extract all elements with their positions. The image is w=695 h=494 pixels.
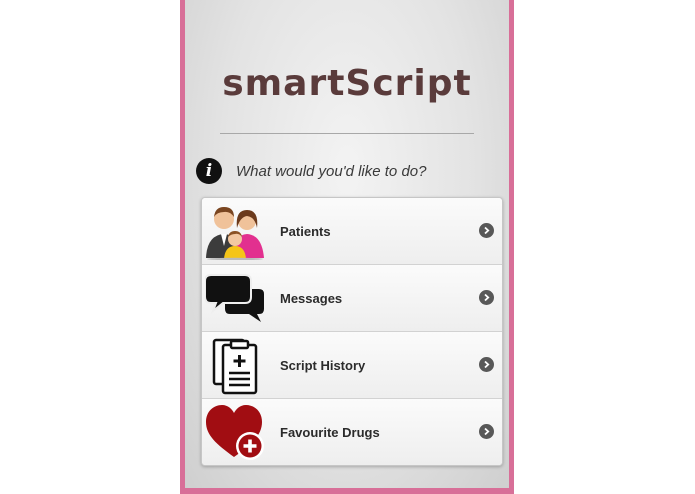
menu-item-label: Messages <box>280 290 343 306</box>
chevron-right-icon <box>479 357 494 372</box>
app-screen: smartScript i What would you'd like to d… <box>185 0 509 488</box>
device-frame: smartScript i What would you'd like to d… <box>180 0 514 494</box>
menu-item-messages[interactable]: Messages <box>202 265 502 332</box>
app-title: smartScript <box>222 63 472 104</box>
menu-item-label: Script History <box>280 357 366 373</box>
chevron-right-icon <box>479 424 494 439</box>
chevron-right-icon <box>479 290 494 305</box>
chevron-right-icon <box>479 223 494 238</box>
menu-item-label: Patients <box>280 223 331 239</box>
prompt-text: What would you'd like to do? <box>236 162 427 180</box>
messages-icon <box>202 265 268 331</box>
main-menu: Patients Messages Script History Favouri… <box>201 197 503 466</box>
script-history-icon <box>202 332 268 398</box>
menu-item-script-history[interactable]: Script History <box>202 332 502 399</box>
menu-item-patients[interactable]: Patients <box>202 198 502 265</box>
info-icon: i <box>196 158 222 184</box>
menu-item-favourite-drugs[interactable]: Favourite Drugs <box>202 399 502 465</box>
menu-item-label: Favourite Drugs <box>280 424 380 440</box>
title-divider <box>220 133 474 134</box>
patients-icon <box>202 198 268 264</box>
prompt: i What would you'd like to do? <box>196 157 426 185</box>
favourite-drugs-icon <box>202 399 268 465</box>
